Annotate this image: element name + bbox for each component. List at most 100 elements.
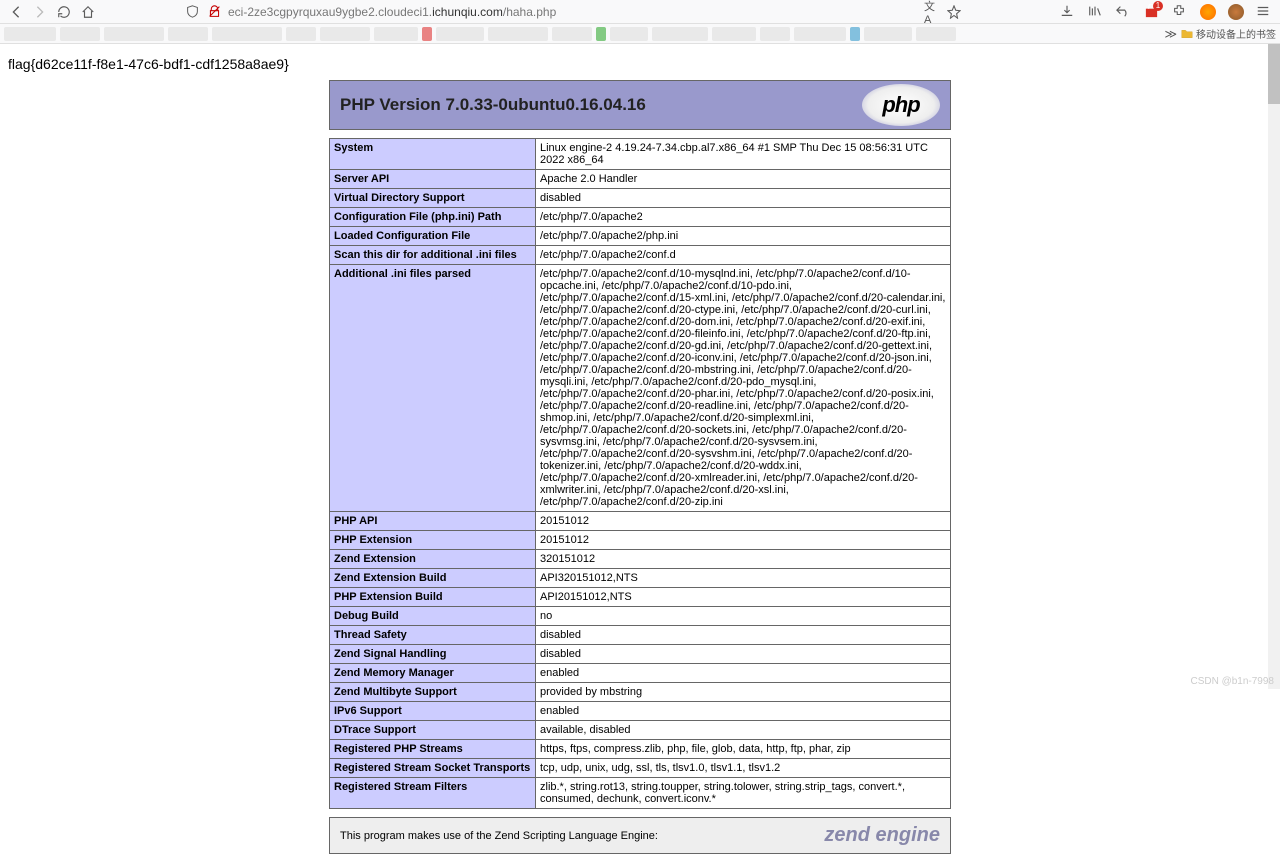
config-value: API320151012,NTS — [536, 569, 951, 588]
table-row: Zend Multibyte Supportprovided by mbstri… — [330, 683, 951, 702]
bookmark-item[interactable] — [212, 27, 282, 41]
table-row: Configuration File (php.ini) Path/etc/ph… — [330, 208, 951, 227]
bookmark-item[interactable] — [320, 27, 370, 41]
config-value: enabled — [536, 702, 951, 721]
bookmark-item[interactable] — [286, 27, 316, 41]
undo-icon[interactable] — [1116, 4, 1132, 20]
lock-icon[interactable] — [206, 4, 222, 20]
extension-orange-icon[interactable] — [1200, 4, 1216, 20]
config-value: available, disabled — [536, 721, 951, 740]
url-bar[interactable]: eci-2ze3cgpyrquxau9ygbe2.cloudeci1.ichun… — [176, 2, 970, 22]
shield-icon[interactable] — [184, 4, 200, 20]
table-row: Virtual Directory Supportdisabled — [330, 189, 951, 208]
config-value: disabled — [536, 626, 951, 645]
table-row: Loaded Configuration File/etc/php/7.0/ap… — [330, 227, 951, 246]
reload-button[interactable] — [56, 4, 72, 20]
config-value: tcp, udp, unix, udg, ssl, tls, tlsv1.0, … — [536, 759, 951, 778]
config-value: disabled — [536, 189, 951, 208]
nav-buttons — [8, 4, 96, 20]
bookmark-item[interactable] — [374, 27, 418, 41]
zend-box-text: This program makes use of the Zend Scrip… — [340, 830, 658, 842]
config-key: Virtual Directory Support — [330, 189, 536, 208]
bookmark-item[interactable] — [794, 27, 846, 41]
config-value: Apache 2.0 Handler — [536, 170, 951, 189]
browser-toolbar: eci-2ze3cgpyrquxau9ygbe2.cloudeci1.ichun… — [0, 0, 1280, 24]
extensions-icon[interactable] — [1172, 4, 1188, 20]
config-key: Additional .ini files parsed — [330, 265, 536, 512]
bookmark-item[interactable] — [760, 27, 790, 41]
home-button[interactable] — [80, 4, 96, 20]
extension-brown-icon[interactable] — [1228, 4, 1244, 20]
bookmark-item[interactable] — [652, 27, 708, 41]
table-row: Debug Buildno — [330, 607, 951, 626]
table-row: PHP API20151012 — [330, 512, 951, 531]
forward-button[interactable] — [32, 4, 48, 20]
toolbar-right — [1060, 4, 1272, 20]
translate-icon[interactable]: 文A — [924, 4, 940, 20]
url-text: eci-2ze3cgpyrquxau9ygbe2.cloudeci1.ichun… — [228, 5, 918, 19]
library-icon[interactable] — [1088, 4, 1104, 20]
bookmark-item[interactable] — [552, 27, 592, 41]
scrollbar-thumb[interactable] — [1268, 44, 1280, 104]
config-key: Scan this dir for additional .ini files — [330, 246, 536, 265]
bookmark-item[interactable] — [104, 27, 164, 41]
bookmark-item[interactable] — [422, 27, 432, 41]
config-key: Registered Stream Socket Transports — [330, 759, 536, 778]
config-value: 320151012 — [536, 550, 951, 569]
config-key: Zend Memory Manager — [330, 664, 536, 683]
zend-logo[interactable]: zend engine — [824, 824, 940, 847]
bookmarks-bar: ≫ 移动设备上的书签 — [0, 24, 1280, 44]
table-row: SystemLinux engine-2 4.19.24-7.34.cbp.al… — [330, 139, 951, 170]
download-icon[interactable] — [1060, 4, 1076, 20]
bookmark-item[interactable] — [60, 27, 100, 41]
bookmark-item[interactable] — [712, 27, 756, 41]
config-value: 20151012 — [536, 512, 951, 531]
table-row: PHP Extension BuildAPI20151012,NTS — [330, 588, 951, 607]
bookmark-item[interactable] — [596, 27, 606, 41]
table-row: Zend Memory Managerenabled — [330, 664, 951, 683]
php-version-title: PHP Version 7.0.33-0ubuntu0.16.04.16 — [340, 95, 646, 115]
bookmark-item[interactable] — [850, 27, 860, 41]
table-row: Registered Stream Filterszlib.*, string.… — [330, 778, 951, 809]
scrollbar[interactable] — [1268, 44, 1280, 689]
config-key: Zend Extension Build — [330, 569, 536, 588]
config-value: /etc/php/7.0/apache2/conf.d/10-mysqlnd.i… — [536, 265, 951, 512]
bookmark-item[interactable] — [488, 27, 548, 41]
config-key: PHP Extension Build — [330, 588, 536, 607]
config-value: /etc/php/7.0/apache2 — [536, 208, 951, 227]
bookmark-item[interactable] — [864, 27, 912, 41]
menu-icon[interactable] — [1256, 4, 1272, 20]
phpinfo-container: PHP Version 7.0.33-0ubuntu0.16.04.16 php… — [329, 80, 951, 854]
bookmark-item[interactable] — [610, 27, 648, 41]
config-value: Linux engine-2 4.19.24-7.34.cbp.al7.x86_… — [536, 139, 951, 170]
table-row: Registered PHP Streamshttps, ftps, compr… — [330, 740, 951, 759]
back-button[interactable] — [8, 4, 24, 20]
mobile-bookmarks-folder[interactable]: 移动设备上的书签 — [1181, 26, 1276, 41]
config-key: Debug Build — [330, 607, 536, 626]
config-key: PHP Extension — [330, 531, 536, 550]
zend-box: This program makes use of the Zend Scrip… — [329, 817, 951, 854]
config-value: https, ftps, compress.zlib, php, file, g… — [536, 740, 951, 759]
bookmark-item[interactable] — [436, 27, 484, 41]
extension-shopping-icon[interactable] — [1144, 4, 1160, 20]
php-logo[interactable]: php — [862, 84, 940, 126]
watermark: CSDN @b1n-7998 — [1190, 676, 1274, 687]
table-row: Registered Stream Socket Transportstcp, … — [330, 759, 951, 778]
bookmark-item[interactable] — [916, 27, 956, 41]
config-key: Registered Stream Filters — [330, 778, 536, 809]
chevron-right-icon[interactable]: ≫ — [1164, 27, 1177, 41]
config-value: /etc/php/7.0/apache2/php.ini — [536, 227, 951, 246]
config-key: Server API — [330, 170, 536, 189]
table-row: IPv6 Supportenabled — [330, 702, 951, 721]
config-key: PHP API — [330, 512, 536, 531]
page-content: flag{d62ce11f-f8e1-47c6-bdf1-cdf1258a8ae… — [0, 44, 1280, 862]
bookmark-star-icon[interactable] — [946, 4, 962, 20]
config-key: Registered PHP Streams — [330, 740, 536, 759]
flag-output: flag{d62ce11f-f8e1-47c6-bdf1-cdf1258a8ae… — [8, 52, 1272, 80]
table-row: Scan this dir for additional .ini files/… — [330, 246, 951, 265]
table-row: Additional .ini files parsed/etc/php/7.0… — [330, 265, 951, 512]
table-row: Thread Safetydisabled — [330, 626, 951, 645]
bookmark-item[interactable] — [4, 27, 56, 41]
bookmark-item[interactable] — [168, 27, 208, 41]
table-row: Zend Extension BuildAPI320151012,NTS — [330, 569, 951, 588]
